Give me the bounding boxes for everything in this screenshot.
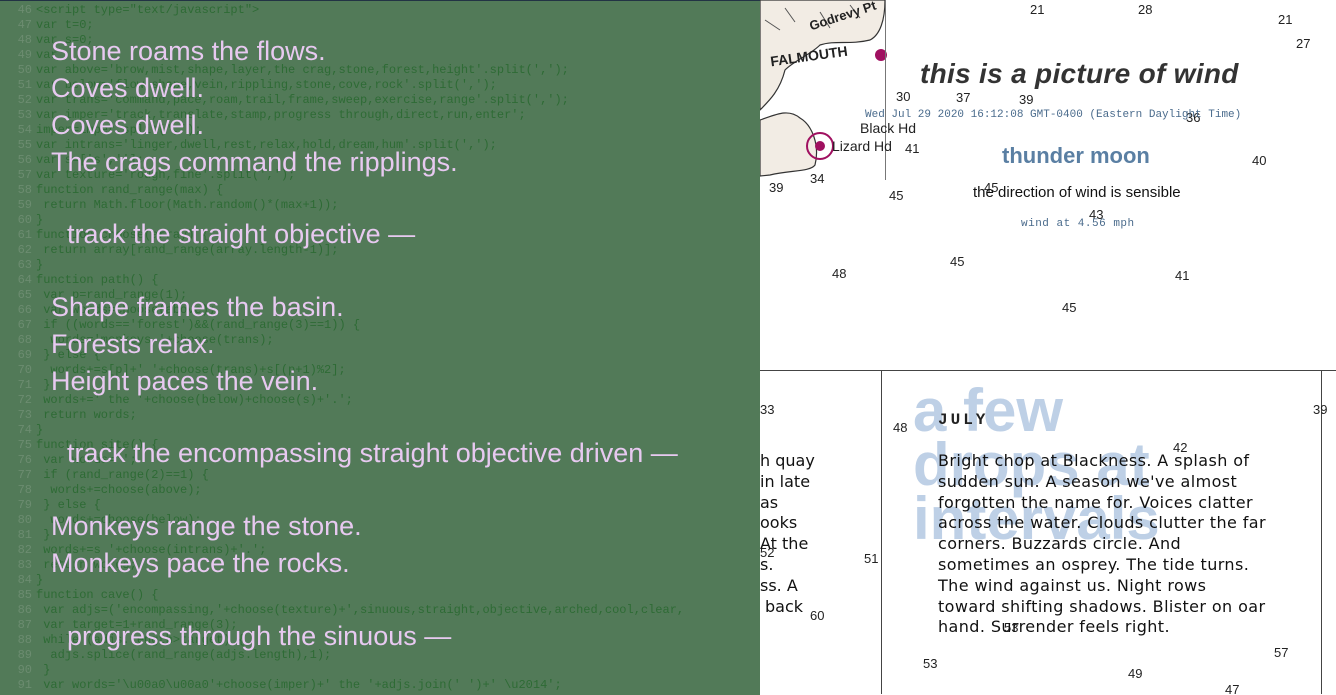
sounding: 53 [923, 656, 938, 671]
sounding: 39 [769, 180, 784, 195]
place-label: Lizard Hd [832, 138, 892, 154]
poem-line: track the straight objective — [67, 219, 416, 249]
poem-line: Coves dwell. [51, 73, 205, 103]
sounding: 45 [889, 188, 904, 203]
text-line: s. [760, 554, 774, 574]
chart-gridline [760, 370, 1336, 371]
poem-line: Stone roams the flows. [51, 36, 326, 66]
sounding: 34 [810, 171, 825, 186]
sounding: 41 [905, 141, 920, 156]
poem-line: progress through the sinuous — [67, 621, 452, 651]
sounding: 30 [896, 89, 911, 104]
cut-off-text-column: h quay in late as ooks At the s. ss. A b… [760, 451, 830, 617]
poem-line: Monkeys range the stone. [51, 511, 362, 541]
place-label: Black Hd [860, 120, 917, 136]
sounding: 51 [864, 551, 879, 566]
poem-line: Shape frames the basin. [51, 292, 344, 322]
poem-line: Forests relax. [51, 329, 215, 359]
sounding: 40 [1252, 153, 1267, 168]
poem-line: Monkeys pace the rocks. [51, 548, 350, 578]
sounding: 57 [1274, 645, 1289, 660]
wind-speed: wind at 4.56 mph [1021, 218, 1135, 230]
text-line: ooks [760, 513, 798, 533]
text-line: as [760, 492, 779, 512]
sounding: 37 [956, 90, 971, 105]
wind-title: this is a picture of wind [920, 58, 1239, 89]
text-line: in late [760, 471, 811, 491]
sounding: 45 [950, 254, 965, 269]
generated-poem: Stone roams the flows. Coves dwell. Coves … [0, 1, 760, 695]
sounding: 33 [760, 402, 775, 417]
chart-gridline [881, 370, 882, 694]
july-poem-text: Bright chop at Blackness. A splash of su… [938, 451, 1266, 637]
sounding: 39 [1019, 92, 1034, 107]
poem-line: Height paces the vein. [51, 366, 319, 396]
poem-line: Coves dwell. [51, 110, 205, 140]
text-line: ss. A [760, 575, 798, 595]
sounding: 48 [832, 266, 847, 281]
chart-gridline [1321, 370, 1322, 694]
sounding: 28 [1138, 2, 1153, 17]
july-month-label: JULY [938, 411, 989, 429]
sounding: 49 [1128, 666, 1143, 681]
sounding: 39 [1313, 402, 1328, 417]
sounding: 21 [1030, 2, 1045, 17]
sounding: 45 [1062, 300, 1077, 315]
wind-timestamp: Wed Jul 29 2020 16:12:08 GMT-0400 (Easte… [865, 109, 1242, 121]
wind-direction-text: the direction of wind is sensible [973, 184, 1181, 201]
sounding: 48 [893, 420, 908, 435]
sounding: 21 [1278, 12, 1293, 27]
sounding: 27 [1296, 36, 1311, 51]
poem-line: The crags command the ripplings. [51, 147, 458, 177]
text-line: At the [760, 534, 809, 554]
poem-line: track the encompassing straight objectiv… [67, 438, 678, 468]
code-panel: 46 <script type="text/javascript"> 47 var t… [0, 0, 760, 695]
text-line: back [765, 596, 804, 616]
moon-name: thunder moon [1002, 143, 1150, 168]
sounding: 47 [1225, 682, 1240, 694]
sounding: 41 [1175, 268, 1190, 283]
text-line: h quay [760, 451, 815, 470]
